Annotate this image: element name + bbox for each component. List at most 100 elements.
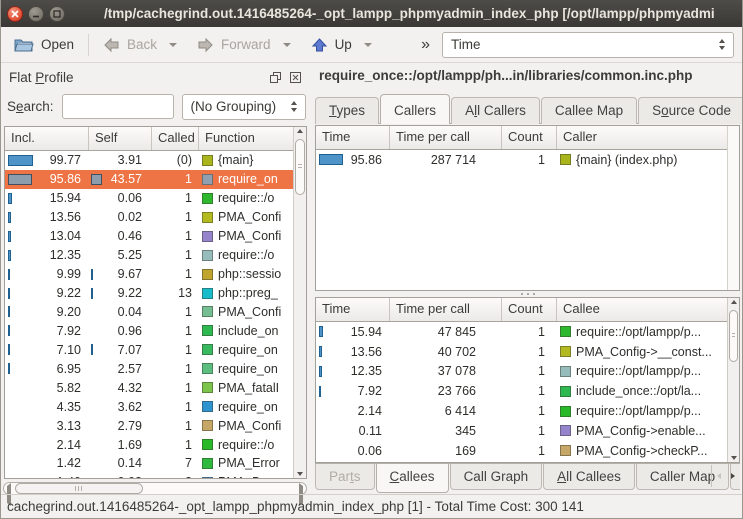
toolbar: Open Back Forward Up » Time [1, 27, 742, 63]
tab-scroll-left-arrow [712, 465, 726, 487]
tab-all-callees[interactable]: All Callees [543, 463, 635, 490]
column-header-self[interactable]: Self [89, 127, 152, 150]
close-box-icon [289, 71, 302, 84]
function-color-icon [560, 326, 571, 337]
event-type-select[interactable]: Time [442, 32, 734, 58]
function-color-icon [202, 363, 213, 374]
function-color-icon [202, 269, 213, 280]
table-row[interactable]: 2.14 1.69 1 require::/o [5, 435, 293, 454]
function-color-icon [202, 288, 213, 299]
column-header-incl[interactable]: Incl. [5, 127, 89, 150]
flat-profile-dock: Flat Profile Search: [1, 63, 310, 494]
table-row[interactable]: 12.35 5.25 1 require::/o [5, 246, 293, 265]
table-row[interactable]: 95.86 287 714 1 {main} (index.php) [316, 150, 727, 170]
tab-callees[interactable]: Callees [376, 463, 449, 493]
function-color-icon [202, 439, 213, 450]
scroll-up-arrow[interactable] [728, 300, 739, 304]
scrollbar-thumb[interactable] [15, 483, 143, 494]
scrollbar-thumb[interactable] [295, 139, 305, 195]
window-maximize-button[interactable] [49, 6, 65, 22]
table-row[interactable]: 4.35 3.62 1 require_on [5, 397, 293, 416]
table-row[interactable]: 7.10 7.07 1 require_on [5, 340, 293, 359]
table-row[interactable]: 9.20 0.04 1 PMA_Confi [5, 303, 293, 322]
up-button[interactable]: Up [306, 34, 357, 56]
table-row[interactable]: 13.56 40 702 1 PMA_Config->__const... [316, 342, 727, 362]
tab-callee-map[interactable]: Callee Map [541, 97, 637, 124]
arrow-left-icon [103, 37, 120, 53]
table-row[interactable]: 3.13 2.79 1 PMA_Confi [5, 416, 293, 435]
scroll-down-arrow[interactable] [728, 456, 739, 460]
table-row[interactable]: 13.04 0.46 1 PMA_Confi [5, 227, 293, 246]
grouping-select[interactable]: (No Grouping) [182, 94, 306, 120]
float-icon [269, 71, 282, 84]
column-header-time-per-call[interactable]: Time per call [390, 298, 502, 321]
table-header-row: Time Time per call Count Caller [316, 126, 727, 150]
table-row[interactable]: 12.35 37 078 1 require::/opt/lampp/p... [316, 362, 727, 382]
toolbar-separator [88, 34, 89, 56]
column-header-count[interactable]: Count [502, 298, 557, 321]
window-minimize-button[interactable] [28, 6, 44, 22]
dock-title: Flat Profile [9, 70, 74, 85]
function-color-icon [202, 477, 213, 478]
tab-scroll-right-arrow[interactable] [726, 465, 740, 487]
back-history-dropdown[interactable] [169, 43, 177, 47]
back-button: Back [98, 34, 162, 56]
arrow-right-icon [197, 37, 214, 53]
titlebar: /tmp/cachegrind.out.1416485264-_opt_lamp… [1, 0, 742, 27]
open-button[interactable]: Open [9, 33, 79, 56]
table-row[interactable]: 7.92 23 766 1 include_once::/opt/la... [316, 381, 727, 401]
table-row[interactable]: 5.82 4.32 1 PMA_fatalI [5, 378, 293, 397]
table-row[interactable]: 1.42 0.14 7 PMA_Error [5, 454, 293, 473]
table-row[interactable]: 15.94 47 845 1 require::/opt/lampp/p... [316, 322, 727, 342]
vertical-scrollbar[interactable] [293, 127, 306, 478]
scroll-up-arrow[interactable] [294, 129, 306, 133]
tab-source-code[interactable]: Source Code [638, 97, 743, 124]
tab-all-callers[interactable]: All Callers [451, 97, 540, 124]
search-input[interactable] [62, 94, 174, 119]
function-color-icon [202, 174, 213, 185]
column-header-called[interactable]: Called [152, 127, 199, 150]
column-header-caller[interactable]: Caller [557, 126, 727, 149]
table-row[interactable]: 9.99 9.67 1 php::sessio [5, 265, 293, 284]
table-row[interactable]: 9.22 9.22 13 php::preg_ [5, 284, 293, 303]
function-color-icon [202, 382, 213, 393]
dock-float-button[interactable] [268, 70, 282, 84]
tab-types[interactable]: Types [315, 97, 379, 124]
vertical-scrollbar[interactable] [727, 298, 739, 462]
toolbar-overflow-chevron[interactable]: » [417, 36, 434, 54]
search-label: Search: [7, 99, 54, 114]
close-icon [11, 10, 19, 18]
grouping-value: (No Grouping) [191, 99, 277, 114]
up-dropdown[interactable] [364, 43, 372, 47]
dock-close-button[interactable] [288, 70, 302, 84]
table-row[interactable]: 0.11 345 1 PMA_Config->enable... [316, 421, 727, 441]
up-label: Up [335, 37, 352, 52]
scroll-down-arrow[interactable] [294, 472, 306, 476]
tab-call-graph[interactable]: Call Graph [450, 463, 543, 490]
table-row[interactable]: 99.77 3.91 (0) {main} [5, 151, 293, 170]
bottom-tab-bar: Parts Callees Call Graph All Callees Cal… [315, 463, 740, 494]
status-bar: cachegrind.out.1416485264-_opt_lampp_php… [1, 494, 742, 518]
kcachegrind-window: /tmp/cachegrind.out.1416485264-_opt_lamp… [0, 0, 743, 519]
table-row[interactable]: 2.14 6 414 1 require::/opt/lampp/p... [316, 401, 727, 421]
column-header-function[interactable]: Function [199, 127, 293, 150]
table-row[interactable]: 15.94 0.06 1 require::/o [5, 189, 293, 208]
table-row[interactable]: 1.40 0.02 2 PMA_B [5, 473, 293, 478]
table-row[interactable]: 13.56 0.02 1 PMA_Confi [5, 208, 293, 227]
column-header-time[interactable]: Time [316, 298, 390, 321]
column-header-time-per-call[interactable]: Time per call [390, 126, 502, 149]
forward-history-dropdown[interactable] [283, 43, 291, 47]
column-header-time[interactable]: Time [316, 126, 390, 149]
column-header-callee[interactable]: Callee [557, 298, 727, 321]
table-body: 99.77 3.91 (0) {main} 95.86 43.57 1 requ… [5, 151, 293, 478]
column-header-count[interactable]: Count [502, 126, 557, 149]
window-close-button[interactable] [7, 6, 23, 22]
table-row[interactable]: 7.92 0.96 1 include_on [5, 321, 293, 340]
search-row: Search: (No Grouping) [1, 89, 310, 124]
table-row-selected[interactable]: 95.86 43.57 1 require_on [5, 170, 293, 189]
scrollbar-thumb[interactable] [729, 310, 738, 362]
table-row[interactable]: 6.95 2.57 1 require_on [5, 359, 293, 378]
tab-callers[interactable]: Callers [380, 94, 450, 124]
table-row[interactable]: 0.06 169 1 PMA_Config->checkP... [316, 441, 727, 461]
function-color-icon [560, 445, 571, 456]
